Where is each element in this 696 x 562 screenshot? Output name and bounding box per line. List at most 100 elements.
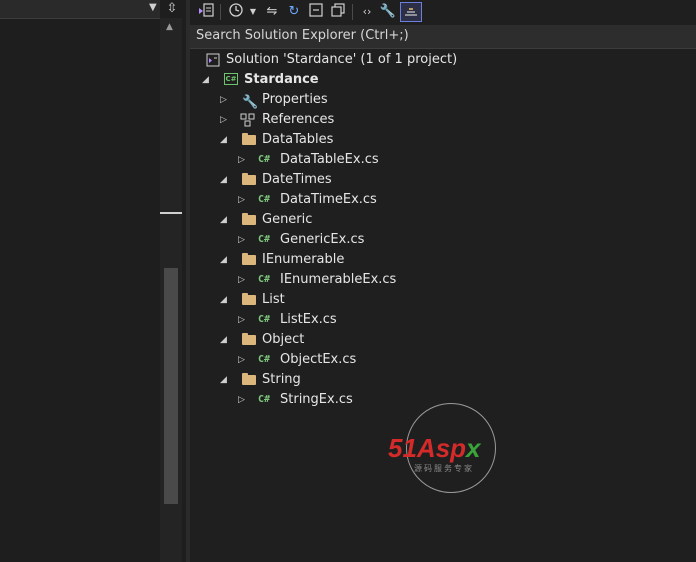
csharp-project-icon: C# [224, 73, 240, 87]
wrench-icon: 🔧 [242, 95, 259, 110]
refresh-icon[interactable]: ↻ [284, 2, 304, 22]
expanded-arrow-icon[interactable]: ◢ [220, 250, 227, 270]
editor-pane: ▼ ⇳ ▲ [0, 0, 186, 562]
search-placeholder: Search Solution Explorer (Ctrl+;) [196, 28, 409, 43]
split-window-icon[interactable]: ⇳ [163, 0, 181, 18]
csharp-file-icon: C# [258, 154, 271, 165]
tree-item-file[interactable]: ▷ C# GenericEx.cs [190, 230, 696, 250]
collapsed-arrow-icon[interactable]: ▷ [220, 110, 227, 130]
chevron-down-icon[interactable]: ▼ [248, 2, 258, 22]
pending-changes-icon[interactable] [226, 2, 246, 22]
chevron-down-icon[interactable]: ▼ [149, 2, 157, 13]
folder-icon [242, 253, 258, 267]
csharp-file-icon: C# [258, 394, 271, 405]
collapsed-arrow-icon[interactable]: ▷ [238, 150, 245, 170]
folder-icon [242, 133, 258, 147]
tree-item-file[interactable]: ▷ C# DataTableEx.cs [190, 150, 696, 170]
csharp-file-icon: C# [258, 354, 271, 365]
tree-item-folder[interactable]: ◢ String [190, 370, 696, 390]
sync-with-document-icon[interactable]: ⇋ [262, 2, 282, 22]
tree-item-label: ListEx.cs [280, 312, 337, 327]
vertical-scrollbar[interactable]: ▲ [160, 18, 182, 562]
switch-views-icon[interactable] [196, 2, 216, 22]
folder-icon [242, 293, 258, 307]
expanded-arrow-icon[interactable]: ◢ [220, 330, 227, 350]
tree-item-label: DataTableEx.cs [280, 152, 379, 167]
csharp-project-badge: C# [224, 73, 238, 85]
tree-item-folder[interactable]: ◢ Generic [190, 210, 696, 230]
collapsed-arrow-icon[interactable]: ▷ [238, 270, 245, 290]
folder-icon [242, 213, 258, 227]
tree-item-folder[interactable]: ◢ Object [190, 330, 696, 350]
tree-item-label: StringEx.cs [280, 392, 353, 407]
preview-selected-items-icon[interactable] [400, 2, 422, 22]
tree-item-label: GenericEx.cs [280, 232, 365, 247]
tree-item-folder[interactable]: ◢ IEnumerable [190, 250, 696, 270]
watermark-part: Asp [416, 433, 467, 463]
folder-icon [242, 333, 258, 347]
search-input[interactable]: Search Solution Explorer (Ctrl+;) [190, 25, 696, 49]
tree-item-label: Solution 'Stardance' (1 of 1 project) [226, 52, 458, 67]
collapsed-arrow-icon[interactable]: ▷ [238, 350, 245, 370]
navigation-dropdown[interactable]: ▼ [0, 0, 160, 19]
tree-item-file[interactable]: ▷ C# IEnumerableEx.cs [190, 270, 696, 290]
watermark-text: 51Aspx [388, 433, 481, 464]
show-all-files-icon[interactable] [328, 2, 348, 22]
tree-item-label: Properties [262, 92, 328, 107]
solution-explorer-toolbar: ▼ ⇋ ↻ ‹› 🔧 [190, 0, 696, 24]
tree-item-properties[interactable]: ▷ 🔧 Properties [190, 90, 696, 110]
collapsed-arrow-icon[interactable]: ▷ [238, 390, 245, 410]
tree-item-folder[interactable]: ◢ DataTables [190, 130, 696, 150]
tree-item-file[interactable]: ▷ C# ObjectEx.cs [190, 350, 696, 370]
collapse-all-icon[interactable] [306, 2, 326, 22]
tree-item-references[interactable]: ▷ References [190, 110, 696, 130]
watermark-part: x [466, 433, 481, 463]
csharp-file-icon: C# [258, 274, 271, 285]
code-view-icon[interactable]: ‹› [358, 2, 376, 22]
collapsed-arrow-icon[interactable]: ▷ [238, 190, 245, 210]
tree-item-label: String [262, 372, 301, 387]
tree-item-label: List [262, 292, 285, 307]
tree-item-label: IEnumerableEx.cs [280, 272, 397, 287]
csharp-file-icon: C# [258, 194, 271, 205]
tree-item-label: Generic [262, 212, 313, 227]
wrench-icon[interactable]: 🔧 [378, 2, 398, 22]
solution-icon [206, 53, 222, 67]
tree-item-file[interactable]: ▷ C# DataTimeEx.cs [190, 190, 696, 210]
tree-item-label: DataTimeEx.cs [280, 192, 377, 207]
tree-item-folder[interactable]: ◢ DateTimes [190, 170, 696, 190]
folder-icon [242, 373, 258, 387]
expanded-arrow-icon[interactable]: ◢ [220, 130, 227, 150]
collapsed-arrow-icon[interactable]: ▷ [238, 310, 245, 330]
csharp-file-icon: C# [258, 314, 271, 325]
scroll-up-icon[interactable]: ▲ [166, 22, 173, 32]
references-icon [240, 113, 256, 127]
tree-item-label: References [262, 112, 335, 127]
folder-icon [242, 173, 258, 187]
toolbar-separator [352, 4, 353, 20]
tree-item-label: DataTables [262, 132, 334, 147]
csharp-file-icon: C# [258, 234, 271, 245]
tree-item-solution[interactable]: Solution 'Stardance' (1 of 1 project) [190, 50, 696, 70]
scroll-position-marker [160, 212, 182, 214]
tree-item-file[interactable]: ▷ C# ListEx.cs [190, 310, 696, 330]
watermark-part: 51 [388, 433, 417, 463]
collapsed-arrow-icon[interactable]: ▷ [238, 230, 245, 250]
scroll-thumb[interactable] [164, 268, 178, 504]
tree-item-folder[interactable]: ◢ List [190, 290, 696, 310]
expanded-arrow-icon[interactable]: ◢ [220, 290, 227, 310]
expanded-arrow-icon[interactable]: ◢ [202, 70, 209, 90]
collapsed-arrow-icon[interactable]: ▷ [220, 90, 227, 110]
tree-item-label: ObjectEx.cs [280, 352, 357, 367]
toolbar-separator [220, 4, 221, 20]
watermark-subtitle: 源码服务专家 [414, 464, 474, 473]
tree-item-label: DateTimes [262, 172, 332, 187]
tree-item-label: IEnumerable [262, 252, 345, 267]
expanded-arrow-icon[interactable]: ◢ [220, 210, 227, 230]
expanded-arrow-icon[interactable]: ◢ [220, 170, 227, 190]
watermark-logo: 51Aspx 源码服务专家 [388, 403, 518, 493]
tree-item-label: Object [262, 332, 305, 347]
expanded-arrow-icon[interactable]: ◢ [220, 370, 227, 390]
tree-item-label: Stardance [244, 72, 319, 87]
tree-item-project[interactable]: ◢ C# Stardance [190, 70, 696, 90]
